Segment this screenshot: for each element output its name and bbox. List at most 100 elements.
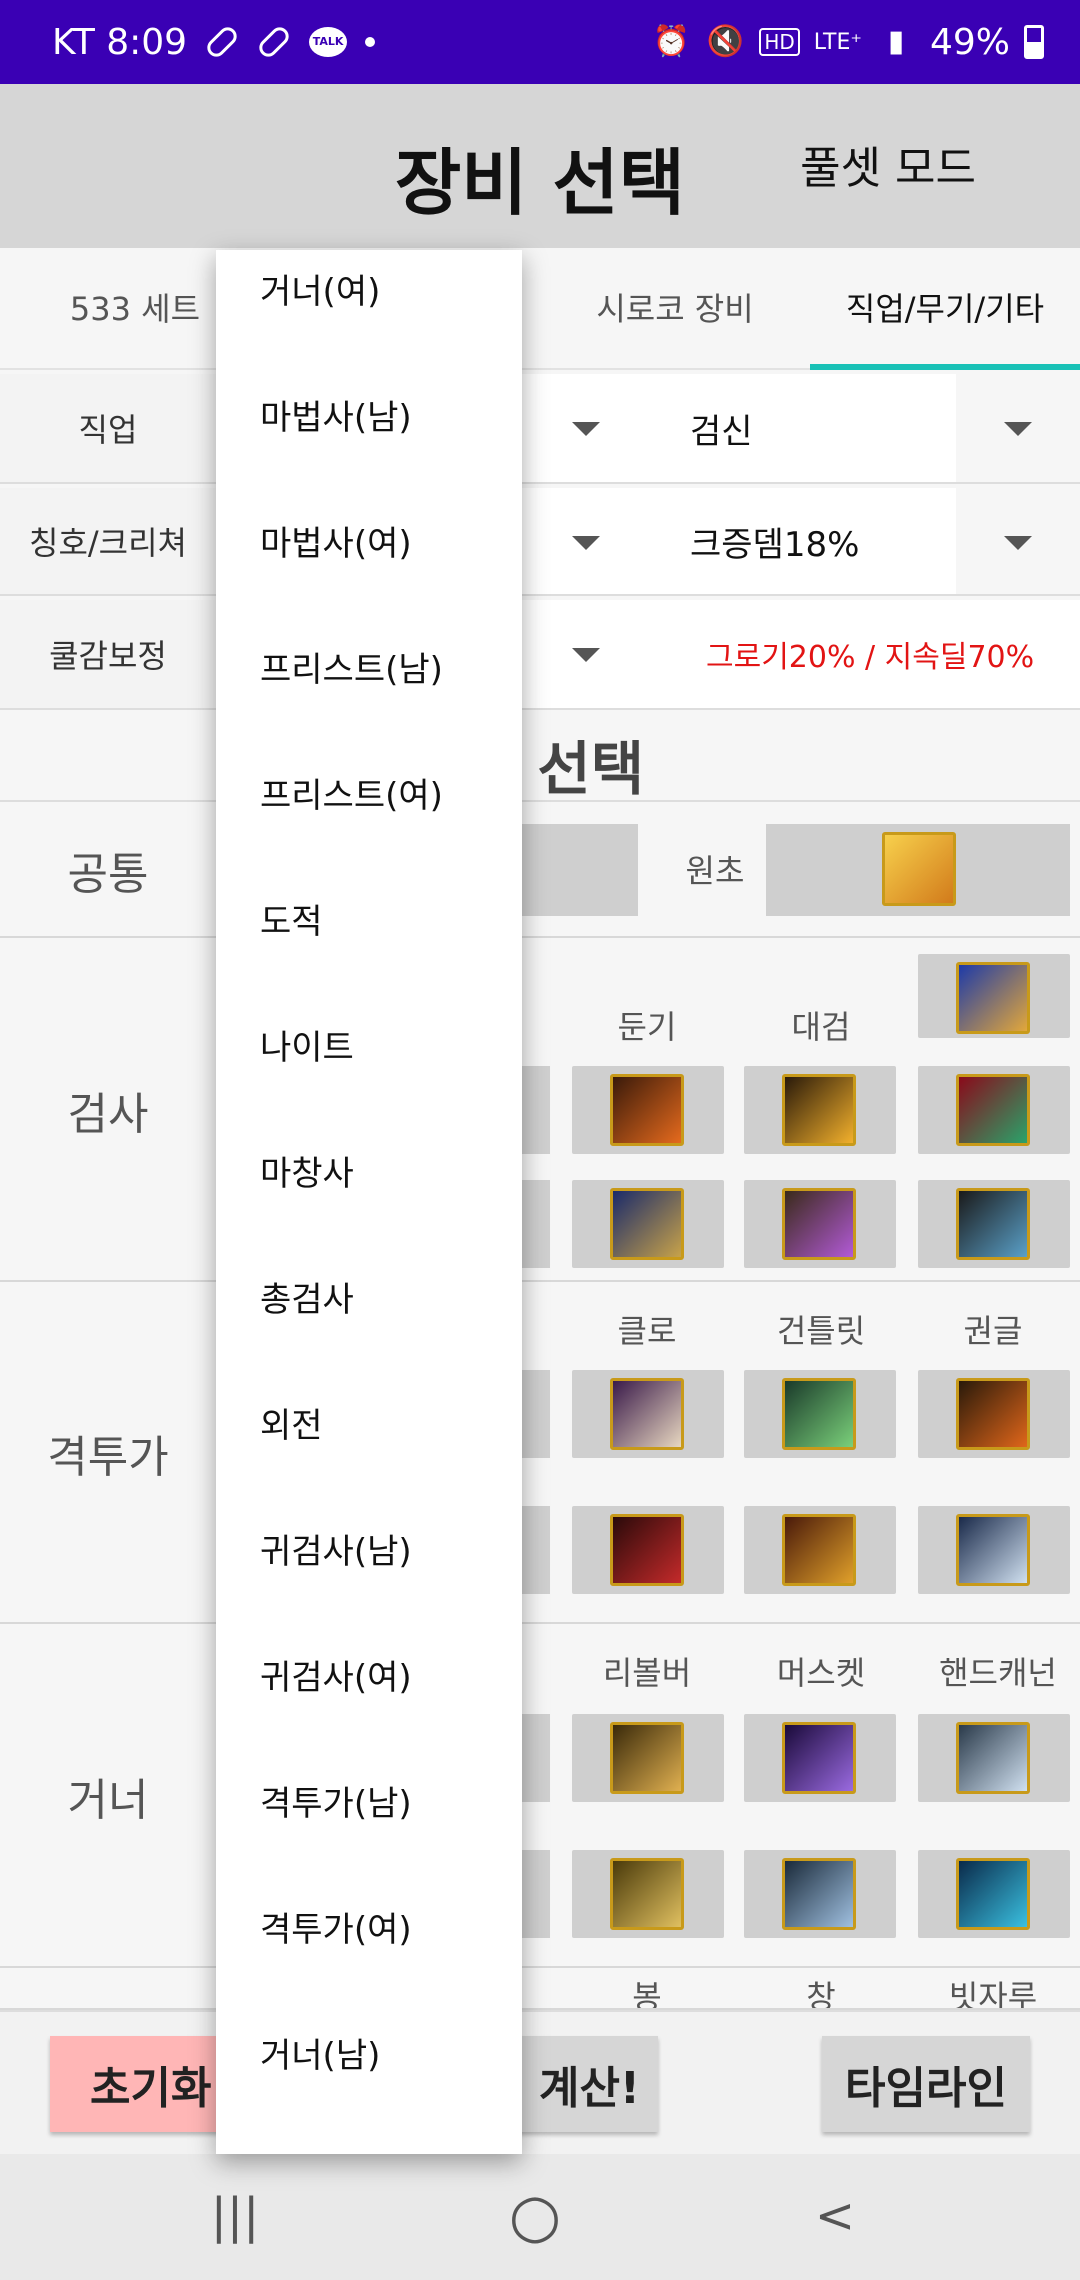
weapon-slot[interactable] <box>918 1370 1070 1458</box>
title-creature-row: 칭호/크리쳐 크증뎀18% <box>0 488 1080 596</box>
weapon-icon <box>610 1514 684 1586</box>
col-staff: 봉 <box>632 1978 662 2010</box>
category-fighter: 격투가 클로 건틀릿 권글 <box>0 1284 1080 1624</box>
signal-icon: ▮ <box>887 24 905 59</box>
dropdown-item[interactable]: 격투가(남) <box>260 1776 412 1825</box>
dropdown-item[interactable]: 마창사 <box>260 1146 354 1195</box>
weapon-slot[interactable] <box>918 1506 1070 1594</box>
weapon-slot[interactable] <box>744 1850 896 1938</box>
title-dropdown-button[interactable] <box>956 488 1080 594</box>
weapon-slot[interactable] <box>918 954 1070 1038</box>
home-icon[interactable]: ○ <box>500 2181 570 2251</box>
pill-icon-2 <box>255 23 293 61</box>
origin-item-icon <box>882 832 956 906</box>
weapon-slot[interactable] <box>572 1180 724 1268</box>
dropdown-item[interactable]: 거너(남) <box>260 2028 380 2077</box>
dropdown-item[interactable]: 격투가(여) <box>260 1902 412 1951</box>
equip-slot[interactable] <box>520 1370 550 1458</box>
weapon-slot[interactable] <box>572 1714 724 1802</box>
col-broom: 빗자루 <box>948 1978 1038 2010</box>
timeline-button[interactable]: 타임라인 <box>822 2036 1030 2132</box>
weapon-slot[interactable] <box>744 1370 896 1458</box>
equip-slot[interactable] <box>520 1180 550 1268</box>
weapon-slot[interactable] <box>918 1066 1070 1154</box>
dropdown-item[interactable]: 프리스트(여) <box>260 768 443 817</box>
job-subclass-select[interactable]: 검신 <box>650 374 1080 482</box>
dropdown-item[interactable]: 나이트 <box>260 1020 354 1069</box>
equip-slot[interactable] <box>520 1506 550 1594</box>
section-header: | 선택 <box>0 716 1080 803</box>
weapon-icon <box>782 1722 856 1794</box>
weapon-icon <box>956 1378 1030 1450</box>
dropdown-item[interactable]: 총검사 <box>260 1272 354 1321</box>
col-handcannon: 핸드캐넌 <box>939 1654 1057 1692</box>
hd-icon: HD <box>759 28 800 56</box>
dropdown-item[interactable]: 외전 <box>260 1398 323 1447</box>
weapon-slot[interactable] <box>744 1180 896 1268</box>
mute-icon: 🔇 <box>706 24 745 59</box>
fullset-mode-button[interactable]: 풀셋 모드 <box>800 132 976 196</box>
weapon-icon <box>956 962 1030 1034</box>
weapon-slot[interactable] <box>744 1066 896 1154</box>
chevron-down-icon[interactable] <box>572 422 600 436</box>
col-blunt: 둔기 <box>617 1008 677 1046</box>
origin-slot[interactable] <box>766 824 1070 916</box>
weapon-slot[interactable] <box>572 1066 724 1154</box>
title-select[interactable]: 크증뎀18% <box>650 488 1080 594</box>
carrier-time: KT 8:09 <box>52 21 188 63</box>
app-header: 장비 선택 풀셋 모드 <box>0 84 1080 248</box>
dropdown-item[interactable]: 귀검사(남) <box>260 1524 412 1573</box>
weapon-slot[interactable] <box>918 1850 1070 1938</box>
title-value: 크증뎀18% <box>690 524 860 565</box>
recents-icon[interactable]: ||| <box>200 2186 270 2246</box>
tab-siroco-gear[interactable]: 시로코 장비 <box>540 250 810 370</box>
weapon-slot[interactable] <box>744 1506 896 1594</box>
weapon-icon <box>956 1188 1030 1260</box>
system-nav-bar: ||| ○ < <box>0 2154 1080 2280</box>
tab-job-weapon-etc[interactable]: 직업/무기/기타 <box>810 250 1080 370</box>
cooldown-label: 쿨감보정 <box>0 600 216 708</box>
weapon-slot[interactable] <box>572 1370 724 1458</box>
weapon-slot[interactable] <box>918 1714 1070 1802</box>
cooldown-row: 쿨감보정 그로기20% / 지속딜70% <box>0 600 1080 710</box>
job-dropdown-menu[interactable]: 거너(여) 마법사(남) 마법사(여) 프리스트(남) 프리스트(여) 도적 나… <box>216 250 522 2154</box>
dropdown-item[interactable]: 귀검사(여) <box>260 1650 412 1699</box>
status-bar: KT 8:09 TALK ⏰ 🔇 HD LTE⁺ ▮ 49% <box>0 0 1080 84</box>
weapon-icon <box>782 1074 856 1146</box>
weapon-slot[interactable] <box>572 1850 724 1938</box>
dropdown-item[interactable]: 거너(여) <box>260 264 380 313</box>
weapon-slot[interactable] <box>744 1714 896 1802</box>
job-subclass-dropdown-button[interactable] <box>956 374 1080 482</box>
weapon-slot[interactable] <box>572 1506 724 1594</box>
dropdown-item[interactable]: 도적 <box>260 894 323 943</box>
weapon-icon <box>956 1722 1030 1794</box>
chevron-down-icon[interactable] <box>572 536 600 550</box>
weapon-icon <box>610 1074 684 1146</box>
dropdown-item[interactable]: 마법사(남) <box>260 390 412 439</box>
calculate-label: 계산! <box>538 2063 640 2114</box>
col-greatsword: 대검 <box>791 1008 851 1046</box>
weapon-icon <box>610 1858 684 1930</box>
notification-dot-icon <box>365 37 376 47</box>
chevron-down-icon[interactable] <box>572 648 600 662</box>
col-musket: 머스켓 <box>776 1654 866 1692</box>
dropdown-item[interactable]: 프리스트(남) <box>260 642 443 691</box>
category-label: 격투가 <box>47 1432 169 1483</box>
lte-icon: LTE⁺ <box>813 29 862 55</box>
equip-slot[interactable] <box>520 1850 550 1938</box>
reset-label: 초기화 <box>90 2063 212 2114</box>
cooldown-value[interactable]: 그로기20% / 지속딜70% <box>706 600 1034 708</box>
back-icon[interactable]: < <box>800 2186 870 2246</box>
chevron-down-icon <box>1004 422 1032 436</box>
category-gunner: 거너 리볼버 머스켓 핸드캐넌 <box>0 1626 1080 1968</box>
equip-slot[interactable] <box>520 1714 550 1802</box>
weapon-slot[interactable] <box>918 1180 1070 1268</box>
col-gauntlet: 건틀릿 <box>776 1312 866 1350</box>
bottom-action-bar: 초기화 계산! 타임라인 <box>0 2010 1080 2154</box>
equip-slot[interactable] <box>520 1066 550 1154</box>
weapon-icon <box>782 1378 856 1450</box>
dropdown-item[interactable]: 마법사(여) <box>260 516 412 565</box>
category-swordsman: 검사 둔기 대검 <box>0 940 1080 1282</box>
col-knuckle: 권글 <box>963 1312 1023 1350</box>
equip-slot[interactable] <box>520 824 638 916</box>
